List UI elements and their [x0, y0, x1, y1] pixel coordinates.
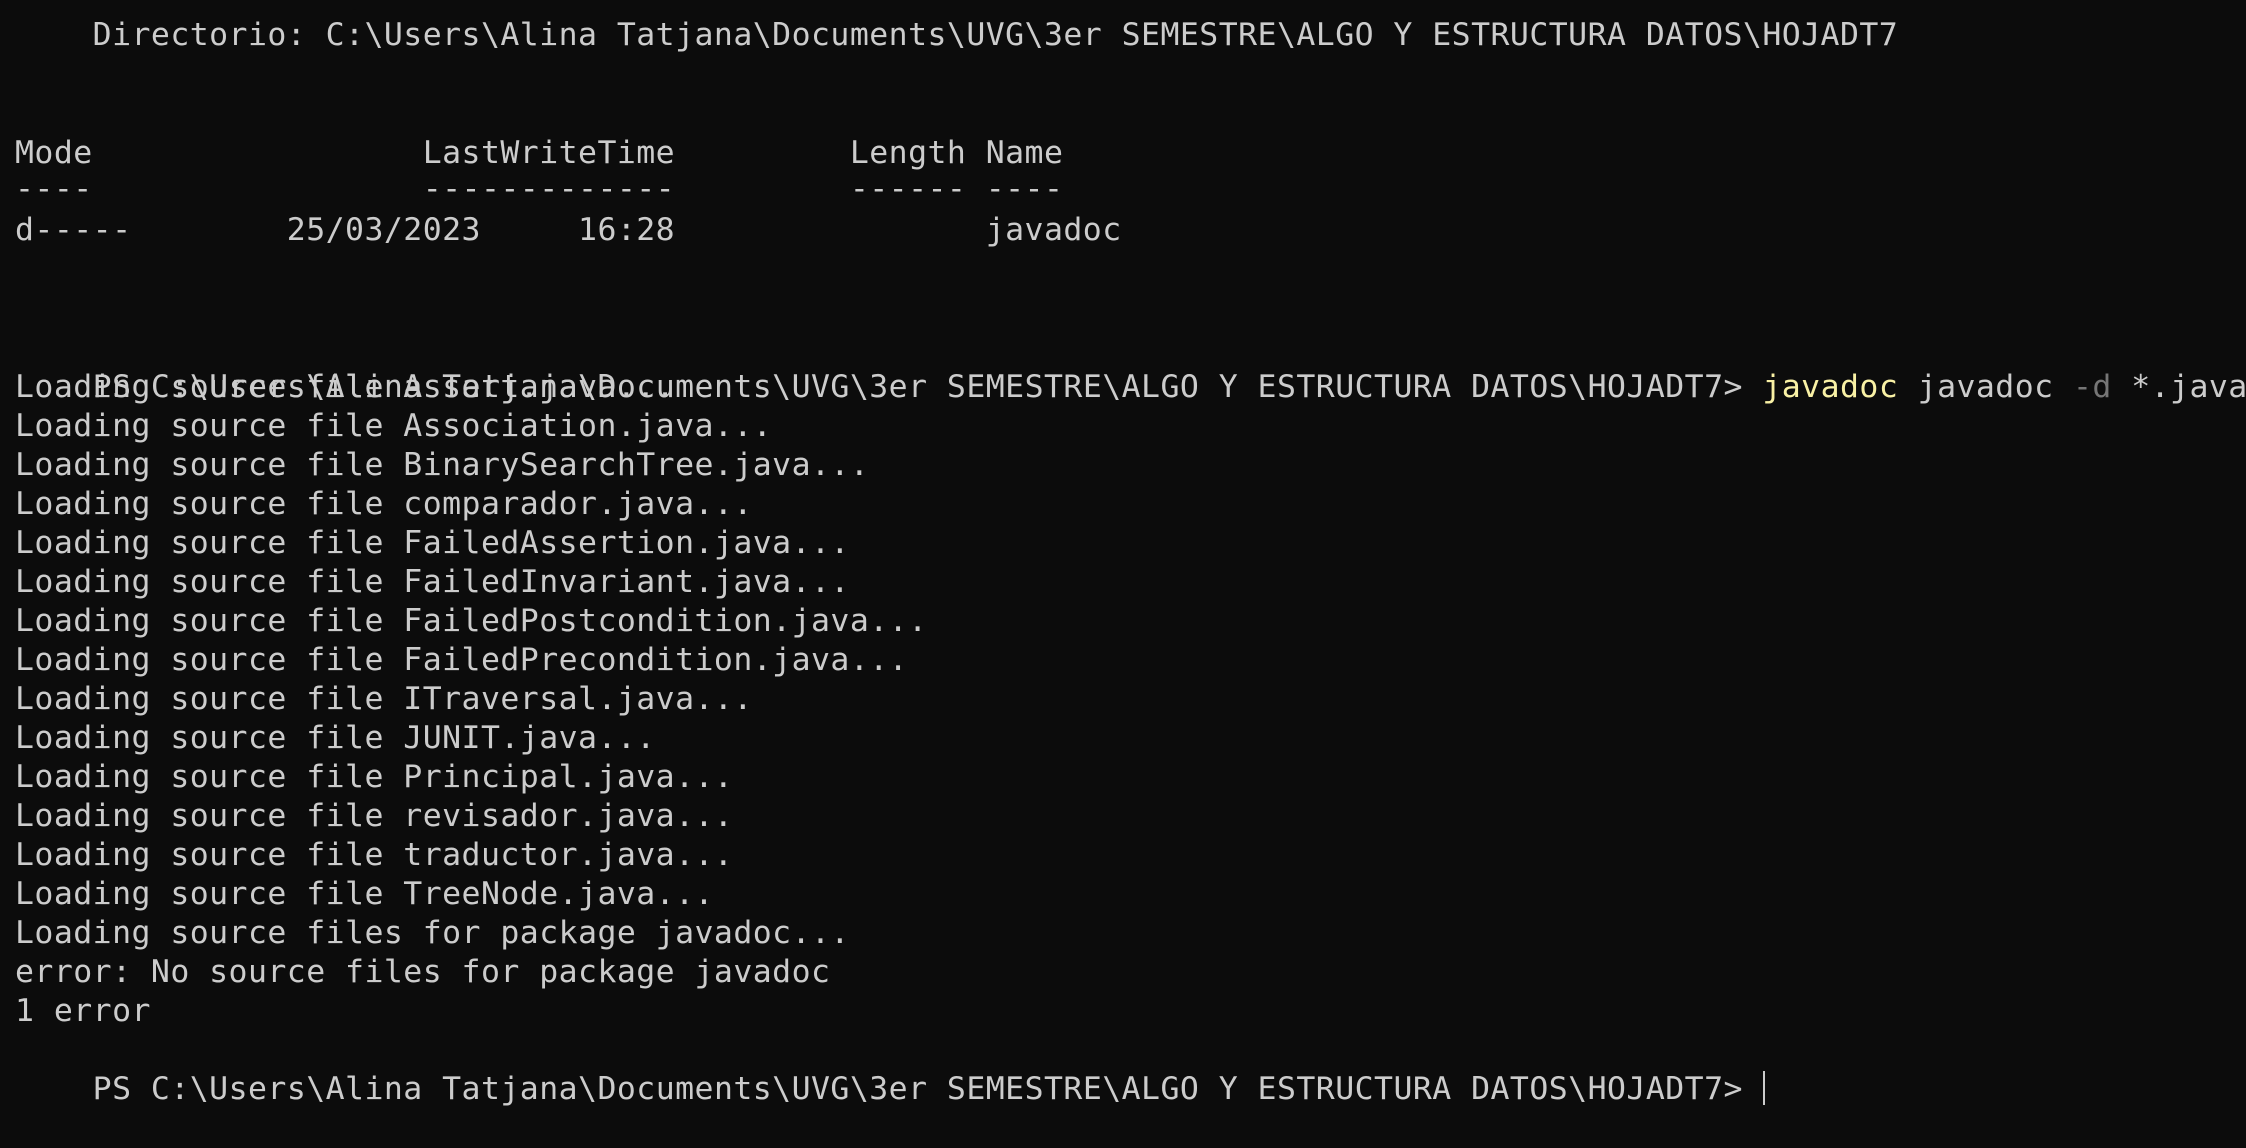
output-line: Loading source file BinarySearchTree.jav…: [15, 447, 870, 483]
text-cursor: [1762, 1071, 1765, 1105]
command-flag: -d: [2072, 369, 2112, 405]
output-line: Loading source file JUNIT.java...: [15, 720, 656, 756]
output-line: Loading source file Association.java...: [15, 408, 773, 444]
output-line: Loading source file revisador.java...: [15, 798, 734, 834]
output-line: Loading source file FailedAssertion.java…: [15, 525, 850, 561]
output-line: Loading source files for package javadoc…: [15, 915, 850, 951]
terminal-window[interactable]: Directorio: C:\Users\Alina Tatjana\Docum…: [0, 0, 2246, 1107]
output-line: Loading source file FailedPostcondition.…: [15, 603, 928, 639]
output-line: Loading source file FailedPrecondition.j…: [15, 642, 909, 678]
error-count-line: 1 error: [15, 993, 151, 1029]
output-line: Loading source file Principal.java...: [15, 759, 734, 795]
listing-header: Mode LastWriteTime Length Name: [15, 135, 1064, 171]
directory-line: Directorio: C:\Users\Alina Tatjana\Docum…: [15, 17, 1899, 53]
command-line: PS C:\Users\Alina Tatjana\Documents\UVG\…: [15, 329, 2246, 405]
command-name: javadoc: [1762, 369, 1899, 405]
final-prompt-line[interactable]: PS C:\Users\Alina Tatjana\Documents\UVG\…: [15, 1031, 1765, 1107]
output-line: Loading source file TreeNode.java...: [15, 876, 714, 912]
command-argument: javadoc: [1898, 369, 2073, 405]
listing-header-underline: ---- ------------- ------ ----: [15, 171, 1064, 207]
output-line: Loading source file ITraversal.java...: [15, 681, 753, 717]
output-line: Loading source file comparador.java...: [15, 486, 753, 522]
output-line: Loading source file traductor.java...: [15, 837, 734, 873]
listing-entry-javadoc: d----- 25/03/2023 16:28 javadoc: [15, 212, 1122, 248]
output-line: Loading source file Assert.java...: [15, 369, 676, 405]
output-line: Loading source file FailedInvariant.java…: [15, 564, 850, 600]
command-argument: *.java: [2111, 369, 2246, 405]
error-line: error: No source files for package javad…: [15, 954, 831, 990]
prompt-text: PS C:\Users\Alina Tatjana\Documents\UVG\…: [92, 1071, 1743, 1107]
